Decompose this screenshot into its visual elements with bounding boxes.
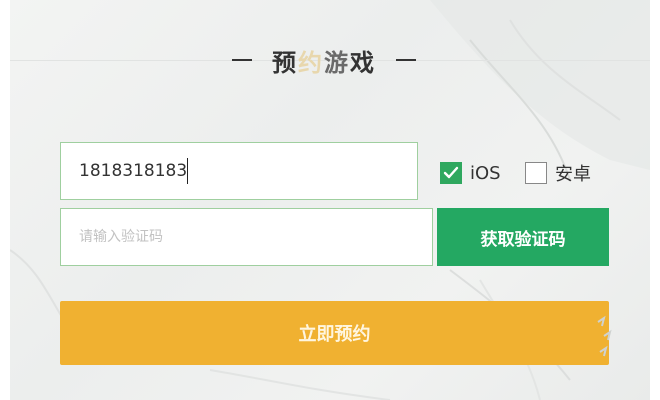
get-code-button[interactable]: 获取验证码 (437, 208, 609, 266)
title-dash-left (232, 59, 252, 61)
check-icon (443, 166, 459, 179)
title-char: 预 (272, 48, 298, 77)
decorative-arrows-icon (597, 315, 612, 357)
phone-input[interactable] (60, 142, 418, 200)
android-checkbox[interactable] (525, 162, 547, 184)
platform-option-android[interactable]: 安卓 (525, 158, 591, 188)
page-title: 预约游戏 (214, 42, 434, 78)
title-dash-right (396, 59, 416, 61)
ios-checkbox[interactable] (440, 162, 462, 184)
title-char: 约 (298, 48, 324, 77)
verification-code-input[interactable] (60, 208, 433, 266)
ios-label: iOS (470, 162, 501, 184)
title-char: 戏 (350, 48, 376, 77)
platform-option-ios[interactable]: iOS (440, 158, 501, 188)
title-char: 游 (324, 48, 350, 77)
reserve-now-button[interactable]: 立即预约 (60, 301, 609, 365)
text-cursor (187, 158, 188, 184)
android-label: 安卓 (555, 164, 591, 185)
title-text: 预约游戏 (272, 43, 376, 78)
